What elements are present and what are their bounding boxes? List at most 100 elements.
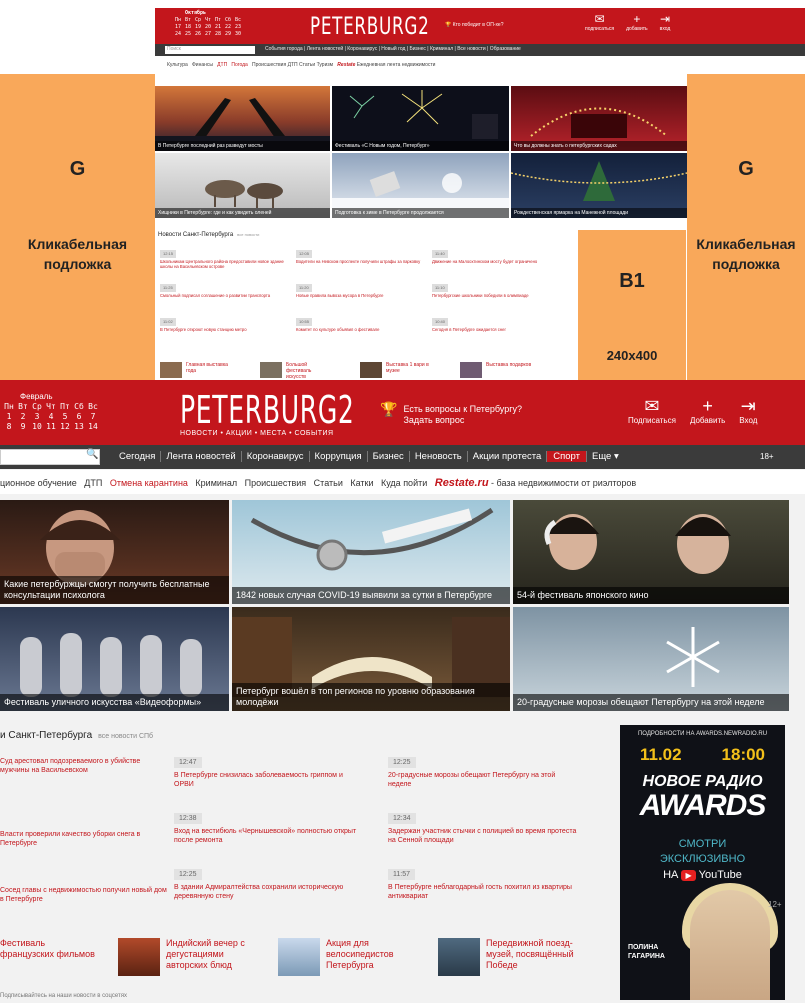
calendar-day[interactable]: 23: [233, 24, 243, 31]
nav-item-active[interactable]: Спорт: [547, 451, 587, 462]
nav-item[interactable]: Лента новостей: [161, 451, 242, 462]
site-logo[interactable]: PETERBURG2: [180, 388, 355, 432]
news-item[interactable]: Суд арестовал подозреваемого в убийстве …: [0, 757, 170, 775]
mock-sub-links[interactable]: Происшествия ДТП Статьи Туризм: [252, 62, 333, 68]
calendar-day[interactable]: 10: [30, 422, 44, 432]
clickable-backdrop-left[interactable]: G Кликабельная подложка: [0, 74, 155, 380]
calendar-day[interactable]: 20: [203, 24, 213, 31]
news-tile[interactable]: 54-й фестиваль японского кино: [513, 500, 789, 604]
mock-sub-link[interactable]: Культура: [167, 62, 188, 68]
calendar-day[interactable]: 14: [86, 422, 100, 432]
calendar-day[interactable]: 30: [233, 31, 243, 38]
calendar-day[interactable]: 17: [173, 24, 183, 31]
nav-item[interactable]: Сегодня: [114, 451, 162, 462]
news-item[interactable]: 12:25 В здании Адмиралтейства сохранили и…: [174, 869, 364, 901]
news-item[interactable]: 12:34 Задержан участник стычки с полицией…: [388, 813, 578, 845]
calendar-day[interactable]: 5: [58, 412, 72, 422]
sub-nav-links[interactable]: ционное обучение ДТП: [0, 478, 110, 488]
mock-news-item[interactable]: 12:15 Школьникам Центрального района пред…: [160, 250, 290, 270]
news-item[interactable]: 12:25 20-градусные морозы обещают Петербу…: [388, 757, 578, 789]
mock-add-button[interactable]: + добавить: [626, 12, 648, 32]
news-item[interactable]: 12:47 В Петербурге снизилась заболеваемос…: [174, 757, 364, 789]
all-news-link[interactable]: все новости СПб: [98, 733, 153, 740]
mock-news-item[interactable]: 11:40 Движение на Малоохтинском мосту буд…: [432, 250, 562, 264]
nav-more-dropdown[interactable]: Еще ▾: [587, 451, 624, 462]
mock-search-input[interactable]: Поиск: [165, 46, 255, 54]
mock-sub-link[interactable]: ДТП: [217, 62, 227, 68]
calendar-day[interactable]: 11: [44, 422, 58, 432]
sub-nav-links[interactable]: Криминал Происшествия Статьи Катки Куда …: [188, 478, 435, 488]
news-heading[interactable]: и Санкт-Петербурга все новости СПб: [0, 730, 153, 741]
mock-thumb-item[interactable]: Главная выставка года: [160, 362, 232, 380]
mock-thumb-item[interactable]: Выставка 1 вари в музее: [360, 362, 432, 380]
calendar-day[interactable]: 25: [183, 31, 193, 38]
mock-sub-link[interactable]: Погода: [231, 62, 247, 68]
search-icon[interactable]: 🔍: [86, 449, 98, 460]
mock-news-tile[interactable]: Подготовка к зиме в Петербурге продолжае…: [332, 153, 509, 218]
nav-item[interactable]: Коррупция: [310, 451, 368, 462]
event-thumb[interactable]: Акция для велосипедистов Петербурга: [278, 938, 416, 976]
mock-news-tile[interactable]: Рождественская ярмарка на Манежной площа…: [511, 153, 687, 218]
nav-item[interactable]: Акции протеста: [468, 451, 548, 462]
mock-all-news-link[interactable]: все новости: [237, 232, 259, 237]
mock-sub-link[interactable]: Финансы: [192, 62, 213, 68]
calendar-day[interactable]: 12: [58, 422, 72, 432]
news-item[interactable]: 12:38 Вход на вестибюль «Чернышевской» по…: [174, 813, 364, 845]
news-tile[interactable]: Какие петербуржцы смогут получить беспла…: [0, 500, 229, 604]
calendar-day[interactable]: 6: [72, 412, 86, 422]
sub-nav-link-highlight[interactable]: Отмена карантина: [110, 478, 188, 488]
calendar-day[interactable]: 2: [16, 412, 30, 422]
mock-news-item[interactable]: 11:02 В Петербурге откроют новую станцию …: [160, 318, 290, 332]
ad-banner[interactable]: ПОДРОБНОСТИ НА AWARDS.NEWRADIO.RU 11.02 1…: [620, 725, 785, 1000]
ask-question-link[interactable]: 🏆 Есть вопросы к Петербургу? Задать вопр…: [380, 402, 553, 426]
event-thumb[interactable]: Фестиваль французских фильмов: [0, 938, 100, 960]
news-item[interactable]: 11:57 В Петербурге неблагодарный гость по…: [388, 869, 578, 901]
mock-news-tile[interactable]: Что вы должны знать о петербургских сада…: [511, 86, 687, 151]
news-item[interactable]: Сосед главы с недвижимостью получил новы…: [0, 886, 170, 904]
banner-placeholder-b1[interactable]: B1 240x400: [578, 230, 686, 380]
clickable-backdrop-right[interactable]: G Кликабельная подложка: [687, 74, 805, 380]
calendar-day[interactable]: 24: [173, 31, 183, 38]
mock-news-item[interactable]: 11:10 Петербургские школьники победили в …: [432, 284, 562, 298]
mock-news-item[interactable]: 10:40 Сегодня в Петербурге ожидается снег: [432, 318, 562, 332]
news-item[interactable]: Власти проверили качество уборки снега в…: [0, 830, 170, 848]
nav-item[interactable]: Бизнес: [368, 451, 410, 462]
calendar-day[interactable]: 18: [183, 24, 193, 31]
news-tile[interactable]: 1842 новых случая COVID-19 выявили за су…: [232, 500, 510, 604]
mock-restate-text[interactable]: Ежедневная лента недвижимости: [357, 62, 436, 68]
calendar-day[interactable]: 4: [44, 412, 58, 422]
mock-thumb-item[interactable]: Большой фестиваль искусств: [260, 362, 332, 380]
mock-logo[interactable]: PETERBURG2: [310, 12, 430, 40]
login-button[interactable]: ⇥ Вход: [739, 396, 757, 425]
restate-text[interactable]: - база недвижимости от риэлторов: [489, 478, 636, 488]
calendar-day[interactable]: 8: [2, 422, 16, 432]
mock-news-item[interactable]: 11:25 Смольный подписал соглашение о разв…: [160, 284, 290, 298]
restate-logo[interactable]: Restate.ru: [435, 477, 489, 489]
news-tile[interactable]: Петербург вошёл в топ регионов по уровню…: [232, 607, 510, 711]
mock-contest-link[interactable]: 🏆 Кто победит в ОП-хе?: [445, 22, 504, 28]
calendar-day[interactable]: 1: [2, 412, 16, 422]
subscribe-button[interactable]: ✉ Подписаться: [628, 396, 676, 425]
nav-item[interactable]: Неновость: [410, 451, 468, 462]
calendar-widget[interactable]: Февраль Пн Вт Ср Чт Пт Сб Вс 1234567 8 9 10 11 12 1…: [2, 392, 100, 432]
calendar-day[interactable]: 19: [193, 24, 203, 31]
mock-news-tile[interactable]: В Петербурге последний раз разведут мост…: [155, 86, 330, 151]
calendar-day[interactable]: 26: [193, 31, 203, 38]
calendar-day[interactable]: 28: [213, 31, 223, 38]
event-thumb[interactable]: Индийский вечер с дегустациями авторских…: [118, 938, 256, 976]
mock-news-heading[interactable]: Новости Санкт-Петербурга все новости: [158, 232, 259, 238]
mock-news-item[interactable]: 12:05 Водители на Невском проспекте получ…: [296, 250, 426, 264]
mock-news-tile[interactable]: Хищники в Петербурге: где и как увидеть …: [155, 153, 330, 218]
calendar-day[interactable]: 21: [213, 24, 223, 31]
nav-item[interactable]: Коронавирус: [242, 451, 310, 462]
mock-subscribe-button[interactable]: ✉ подписаться: [585, 12, 614, 32]
mock-calendar[interactable]: Октябрь Пн Вт Ср Чт Пт Сб Вс 17 18 19 20 21 22 23 24…: [173, 10, 243, 38]
calendar-day[interactable]: 22: [223, 24, 233, 31]
mock-thumb-item[interactable]: Выставка подарков: [460, 362, 532, 380]
add-button[interactable]: + Добавить: [690, 396, 725, 425]
mock-news-item[interactable]: 11:20 Новые правила вывоза мусора в Петер…: [296, 284, 426, 298]
event-thumb[interactable]: Передвижной поезд-музей, посвящённый Поб…: [438, 938, 586, 976]
calendar-day[interactable]: 7: [86, 412, 100, 422]
mock-news-tile[interactable]: Фестиваль «С Новым годом, Петербург»: [332, 86, 509, 151]
calendar-day[interactable]: 9: [16, 422, 30, 432]
